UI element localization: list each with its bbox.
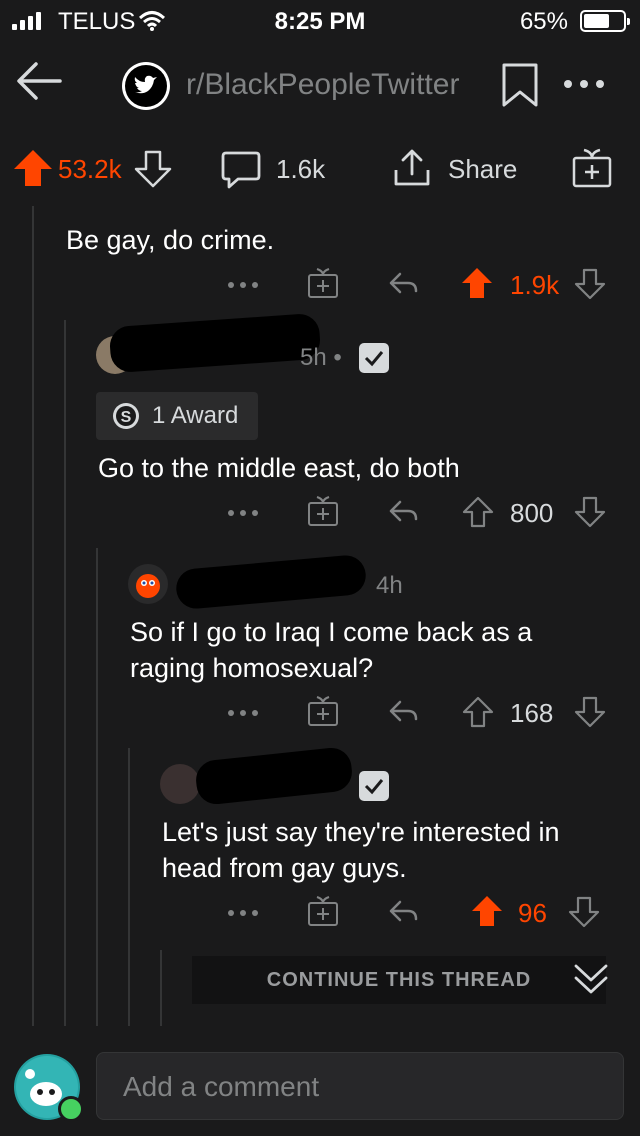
- comment-downvote-icon[interactable]: [574, 696, 606, 728]
- comment-more-icon[interactable]: [226, 508, 260, 518]
- thread-line[interactable]: [96, 548, 98, 1026]
- thread-line[interactable]: [128, 748, 130, 1026]
- award-badge[interactable]: S 1 Award: [96, 392, 258, 440]
- comment-award-gift-icon[interactable]: [306, 494, 340, 528]
- post-comment-count: 1.6k: [276, 154, 326, 184]
- comment-body: Be gay, do crime.: [66, 225, 275, 255]
- online-status-dot: [58, 1096, 84, 1122]
- thread-line[interactable]: [32, 206, 34, 1026]
- subreddit-icon[interactable]: [122, 62, 170, 110]
- add-comment-input[interactable]: Add a comment: [96, 1052, 624, 1120]
- comments-icon[interactable]: [220, 150, 262, 190]
- comment-upvote-icon[interactable]: [460, 266, 494, 300]
- snoo-avatar-icon: [136, 574, 160, 598]
- reply-icon[interactable]: [386, 896, 420, 926]
- battery-icon: [580, 10, 630, 32]
- thread-line[interactable]: [64, 320, 66, 1026]
- bookmark-icon[interactable]: [500, 62, 540, 108]
- post-upvote-icon[interactable]: [12, 148, 54, 188]
- add-comment-placeholder: Add a comment: [123, 1071, 320, 1102]
- comment-award-gift-icon[interactable]: [306, 694, 340, 728]
- comment-meta: 5h •: [300, 344, 342, 371]
- status-bar: TELUS 8:25 PM 65%: [0, 0, 640, 42]
- post-downvote-icon[interactable]: [134, 150, 172, 188]
- subreddit-name[interactable]: r/BlackPeopleTwitter: [186, 68, 459, 102]
- redacted-username: [194, 745, 354, 807]
- comment-downvote-icon[interactable]: [574, 496, 606, 528]
- svg-text:S: S: [121, 409, 132, 426]
- comment-body: Go to the middle east, do both: [98, 453, 460, 483]
- reply-icon[interactable]: [386, 496, 420, 526]
- comment-more-icon[interactable]: [226, 708, 260, 718]
- comment-vote-count: 800: [510, 498, 554, 528]
- comment-vote-count: 168: [510, 698, 554, 728]
- reply-icon[interactable]: [386, 268, 420, 298]
- thread-line[interactable]: [160, 950, 162, 1026]
- redacted-username: [174, 553, 368, 611]
- double-chevron-down-icon[interactable]: [566, 958, 616, 1002]
- comment-vote-count: 96: [518, 898, 547, 928]
- share-button[interactable]: Share: [448, 154, 517, 185]
- checkmark-icon: [359, 771, 389, 801]
- comment-award-gift-icon[interactable]: [306, 266, 340, 300]
- comment-body: So if I go to Iraq I come back as a ragi…: [130, 617, 533, 683]
- back-arrow-icon[interactable]: [14, 56, 64, 106]
- comment-more-icon[interactable]: [226, 908, 260, 918]
- avatar[interactable]: [128, 564, 168, 604]
- continue-thread-button[interactable]: CONTINUE THIS THREAD: [192, 956, 606, 1004]
- comment-upvote-icon[interactable]: [462, 696, 494, 728]
- comment-downvote-icon[interactable]: [568, 896, 600, 928]
- comment-meta: 4h: [376, 572, 403, 599]
- comment-more-icon[interactable]: [226, 280, 260, 290]
- twitter-bird-icon: [125, 65, 167, 107]
- comment-body: Let's just say they're interested in hea…: [162, 817, 560, 883]
- avatar[interactable]: [160, 764, 200, 804]
- award-count: 1 Award: [152, 402, 239, 429]
- comment-award-gift-icon[interactable]: [306, 894, 340, 928]
- comment-upvote-icon[interactable]: [470, 894, 504, 928]
- post-award-gift-icon[interactable]: [570, 146, 614, 190]
- share-icon[interactable]: [392, 148, 432, 188]
- checkmark-icon: [359, 343, 389, 373]
- battery-percent: 65%: [519, 8, 568, 35]
- comment-vote-count: 1.9k: [510, 270, 560, 300]
- post-vote-count: 53.2k: [58, 154, 122, 184]
- redacted-username: [108, 312, 322, 374]
- reply-icon[interactable]: [386, 696, 420, 726]
- more-options-icon[interactable]: [562, 78, 606, 90]
- silver-award-icon: S: [113, 403, 139, 429]
- comment-downvote-icon[interactable]: [574, 268, 606, 300]
- comment-upvote-icon[interactable]: [462, 496, 494, 528]
- continue-thread-label: CONTINUE THIS THREAD: [266, 969, 532, 991]
